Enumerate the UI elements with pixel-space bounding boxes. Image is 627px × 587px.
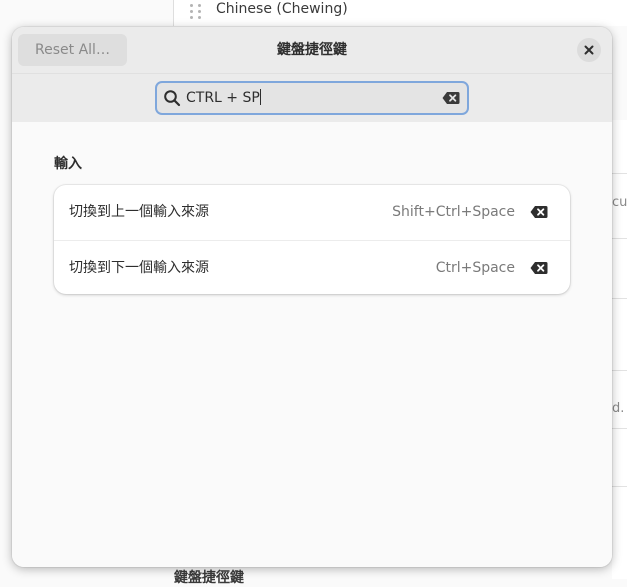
shortcut-list: 切換到上一個輸入來源 Shift+Ctrl+Space 切換到下一個輸入來源 C… xyxy=(54,185,570,294)
keyboard-shortcuts-dialog: Reset All… 鍵盤捷徑鍵 CTRL + SP 輸入 切換到上一個輸入來源 xyxy=(12,27,612,567)
bg-divider xyxy=(612,428,627,429)
shortcut-label: 切換到上一個輸入來源 xyxy=(69,204,209,220)
bg-text-fragment: cut xyxy=(612,195,627,210)
reset-shortcut-icon[interactable] xyxy=(530,205,548,219)
search-query: CTRL + SP xyxy=(186,90,260,106)
close-icon xyxy=(584,45,594,55)
shortcut-row-previous-source[interactable]: 切換到上一個輸入來源 Shift+Ctrl+Space xyxy=(54,185,570,239)
bg-divider xyxy=(612,238,627,239)
search-input[interactable]: CTRL + SP xyxy=(155,81,469,115)
header-bar: Reset All… 鍵盤捷徑鍵 xyxy=(12,27,612,73)
search-icon xyxy=(164,90,181,107)
bg-divider xyxy=(612,370,627,371)
search-input-text: CTRL + SP xyxy=(186,83,261,113)
bg-divider xyxy=(612,298,627,299)
reset-shortcut-icon[interactable] xyxy=(530,261,548,275)
close-button[interactable] xyxy=(577,38,601,62)
bg-input-source-label: Chinese (Chewing) xyxy=(216,1,348,17)
bg-section-title: 鍵盤捷徑鍵 xyxy=(174,570,244,586)
shortcut-accelerator: Shift+Ctrl+Space xyxy=(392,204,515,220)
dialog-title: 鍵盤捷徑鍵 xyxy=(277,42,347,58)
shortcut-label: 切換到下一個輸入來源 xyxy=(69,260,209,276)
bg-divider xyxy=(612,173,627,174)
drag-handle-icon xyxy=(190,2,202,20)
results-area: 輸入 切換到上一個輸入來源 Shift+Ctrl+Space 切換到下一個輸入來… xyxy=(12,122,612,567)
bg-divider xyxy=(612,486,627,487)
text-caret xyxy=(259,89,261,105)
shortcut-accelerator: Ctrl+Space xyxy=(435,260,515,276)
bg-right-panel xyxy=(612,120,627,579)
clear-icon[interactable] xyxy=(442,91,460,105)
search-bar: CTRL + SP xyxy=(12,73,612,123)
shortcut-row-next-source[interactable]: 切換到下一個輸入來源 Ctrl+Space xyxy=(54,240,570,295)
section-title-input: 輸入 xyxy=(54,156,82,172)
bg-text-fragment: d. xyxy=(612,401,625,416)
